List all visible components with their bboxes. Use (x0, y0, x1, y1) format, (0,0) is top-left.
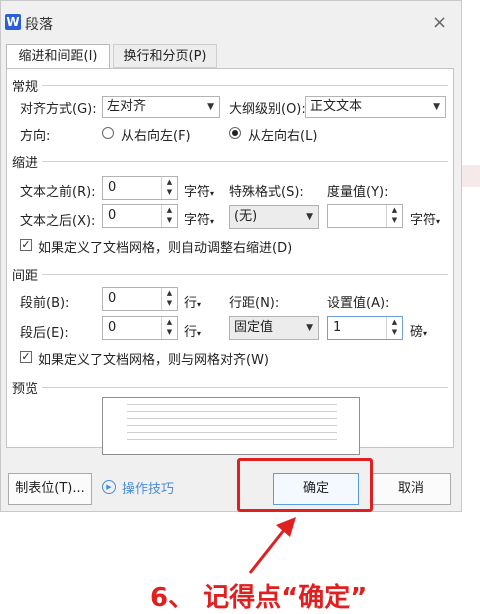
measure-input[interactable]: ▲ ▼ (327, 204, 403, 228)
spacing-before-input[interactable]: 0 ▲ ▼ (102, 287, 178, 311)
unit-label: 字符 (184, 185, 211, 200)
special-format-label: 特殊格式(S): (229, 185, 304, 200)
divider (42, 274, 448, 275)
indent-grid-label: 如果定义了文档网格，则自动调整右缩进(D) (38, 241, 293, 256)
measure-unit[interactable]: 字符▾ (410, 209, 440, 228)
unit-label: 字符 (410, 213, 437, 228)
indent-before-label: 文本之前(R): (20, 185, 96, 200)
chevron-down-icon: ▼ (433, 102, 440, 112)
outline-label: 大纲级别(O): (229, 102, 306, 117)
alignment-select[interactable]: 左对齐 ▼ (102, 96, 220, 118)
general-heading: 常规 (12, 80, 39, 95)
line-spacing-value: 固定值 (234, 320, 274, 335)
tab-indent-spacing[interactable]: 缩进和间距(I) (6, 44, 110, 70)
measure-label: 度量值(Y): (327, 185, 389, 200)
arrow-icon (248, 517, 296, 574)
unit-label: 行 (184, 325, 198, 340)
annotation-caption: 6、 记得点“确定” (150, 583, 368, 613)
alignment-label: 对齐方式(G): (20, 102, 97, 117)
indent-before-value: 0 (108, 180, 117, 195)
check-icon: ✓ (21, 238, 31, 251)
spacing-grid-checkbox[interactable]: ✓ (20, 351, 32, 363)
indent-after-value: 0 (108, 208, 117, 223)
indent-after-label: 文本之后(X): (20, 214, 96, 229)
indent-heading: 缩进 (12, 156, 39, 171)
chevron-down-icon: ▾ (210, 217, 215, 226)
chevron-down-icon: ▼ (306, 323, 313, 333)
unit-label: 行 (184, 296, 198, 311)
spin-buttons[interactable]: ▲ ▼ (161, 317, 177, 339)
spacing-heading: 间距 (12, 269, 39, 284)
spacing-before-value: 0 (108, 291, 117, 306)
spacing-before-label: 段前(B): (20, 296, 70, 311)
unit-label: 字符 (184, 213, 211, 228)
indent-before-unit[interactable]: 字符▾ (184, 181, 214, 200)
spacing-after-input[interactable]: 0 ▲ ▼ (102, 316, 178, 340)
chevron-down-icon: ▼ (306, 212, 313, 222)
setting-value-input[interactable]: 1 ▲ ▼ (327, 316, 403, 340)
alignment-value: 左对齐 (107, 99, 147, 114)
divider (42, 161, 448, 162)
indent-after-unit[interactable]: 字符▾ (184, 209, 214, 228)
spacing-after-unit[interactable]: 行▾ (184, 321, 201, 340)
spacing-before-unit[interactable]: 行▾ (184, 292, 201, 311)
tips-link[interactable]: 操作技巧 (122, 478, 174, 497)
rtl-label: 从右向左(F) (121, 129, 191, 144)
spacing-grid-label: 如果定义了文档网格，则与网格对齐(W) (38, 353, 269, 368)
unit-label: 磅 (410, 325, 424, 340)
ok-highlight-box (237, 458, 373, 512)
chevron-down-icon: ▼ (207, 102, 214, 112)
preview-box (102, 397, 360, 455)
outline-select[interactable]: 正文文本 ▼ (305, 96, 446, 118)
line-spacing-select[interactable]: 固定值 ▼ (229, 316, 319, 340)
setting-value-label: 设置值(A): (327, 296, 390, 311)
setting-value-text: 1 (333, 320, 342, 335)
chevron-down-icon: ▾ (423, 329, 428, 338)
play-circle-icon[interactable]: ▶ (102, 480, 116, 494)
ltr-radio[interactable] (229, 127, 241, 139)
ltr-label: 从左向右(L) (248, 129, 318, 144)
setting-value-unit[interactable]: 磅▾ (410, 321, 427, 340)
spin-buttons[interactable]: ▲ ▼ (386, 317, 402, 339)
spin-buttons[interactable]: ▲ ▼ (161, 177, 177, 199)
preview-text-lines (127, 404, 337, 446)
special-format-value: (无) (234, 209, 258, 224)
word-app-icon: W (5, 14, 21, 30)
dialog-title: 段落 (25, 17, 53, 33)
check-icon: ✓ (21, 350, 31, 363)
outline-value: 正文文本 (310, 99, 363, 114)
tab-panel (6, 68, 454, 448)
chevron-down-icon: ▾ (197, 300, 202, 309)
spacing-after-value: 0 (108, 320, 117, 335)
cancel-button[interactable]: 取消 (371, 473, 451, 505)
indent-before-input[interactable]: 0 ▲ ▼ (102, 176, 178, 200)
special-format-select[interactable]: (无) ▼ (229, 205, 319, 229)
chevron-down-icon: ▾ (436, 217, 441, 226)
divider (42, 85, 448, 86)
spacing-after-label: 段后(E): (20, 326, 69, 341)
preview-heading: 预览 (12, 382, 39, 397)
chevron-down-icon: ▾ (210, 189, 215, 198)
rtl-radio[interactable] (102, 127, 114, 139)
spin-buttons[interactable]: ▲ ▼ (386, 205, 402, 227)
indent-grid-checkbox[interactable]: ✓ (20, 239, 32, 251)
direction-label: 方向: (20, 129, 51, 144)
chevron-down-icon: ▾ (197, 329, 202, 338)
tab-line-page-breaks[interactable]: 换行和分页(P) (113, 44, 217, 68)
spin-buttons[interactable]: ▲ ▼ (161, 205, 177, 227)
line-spacing-label: 行距(N): (229, 296, 280, 311)
tabs-button[interactable]: 制表位(T)... (8, 473, 92, 505)
close-icon[interactable]: × (432, 12, 447, 33)
indent-after-input[interactable]: 0 ▲ ▼ (102, 204, 178, 228)
divider (42, 387, 448, 388)
background-strip (459, 165, 480, 187)
spin-buttons[interactable]: ▲ ▼ (161, 288, 177, 310)
